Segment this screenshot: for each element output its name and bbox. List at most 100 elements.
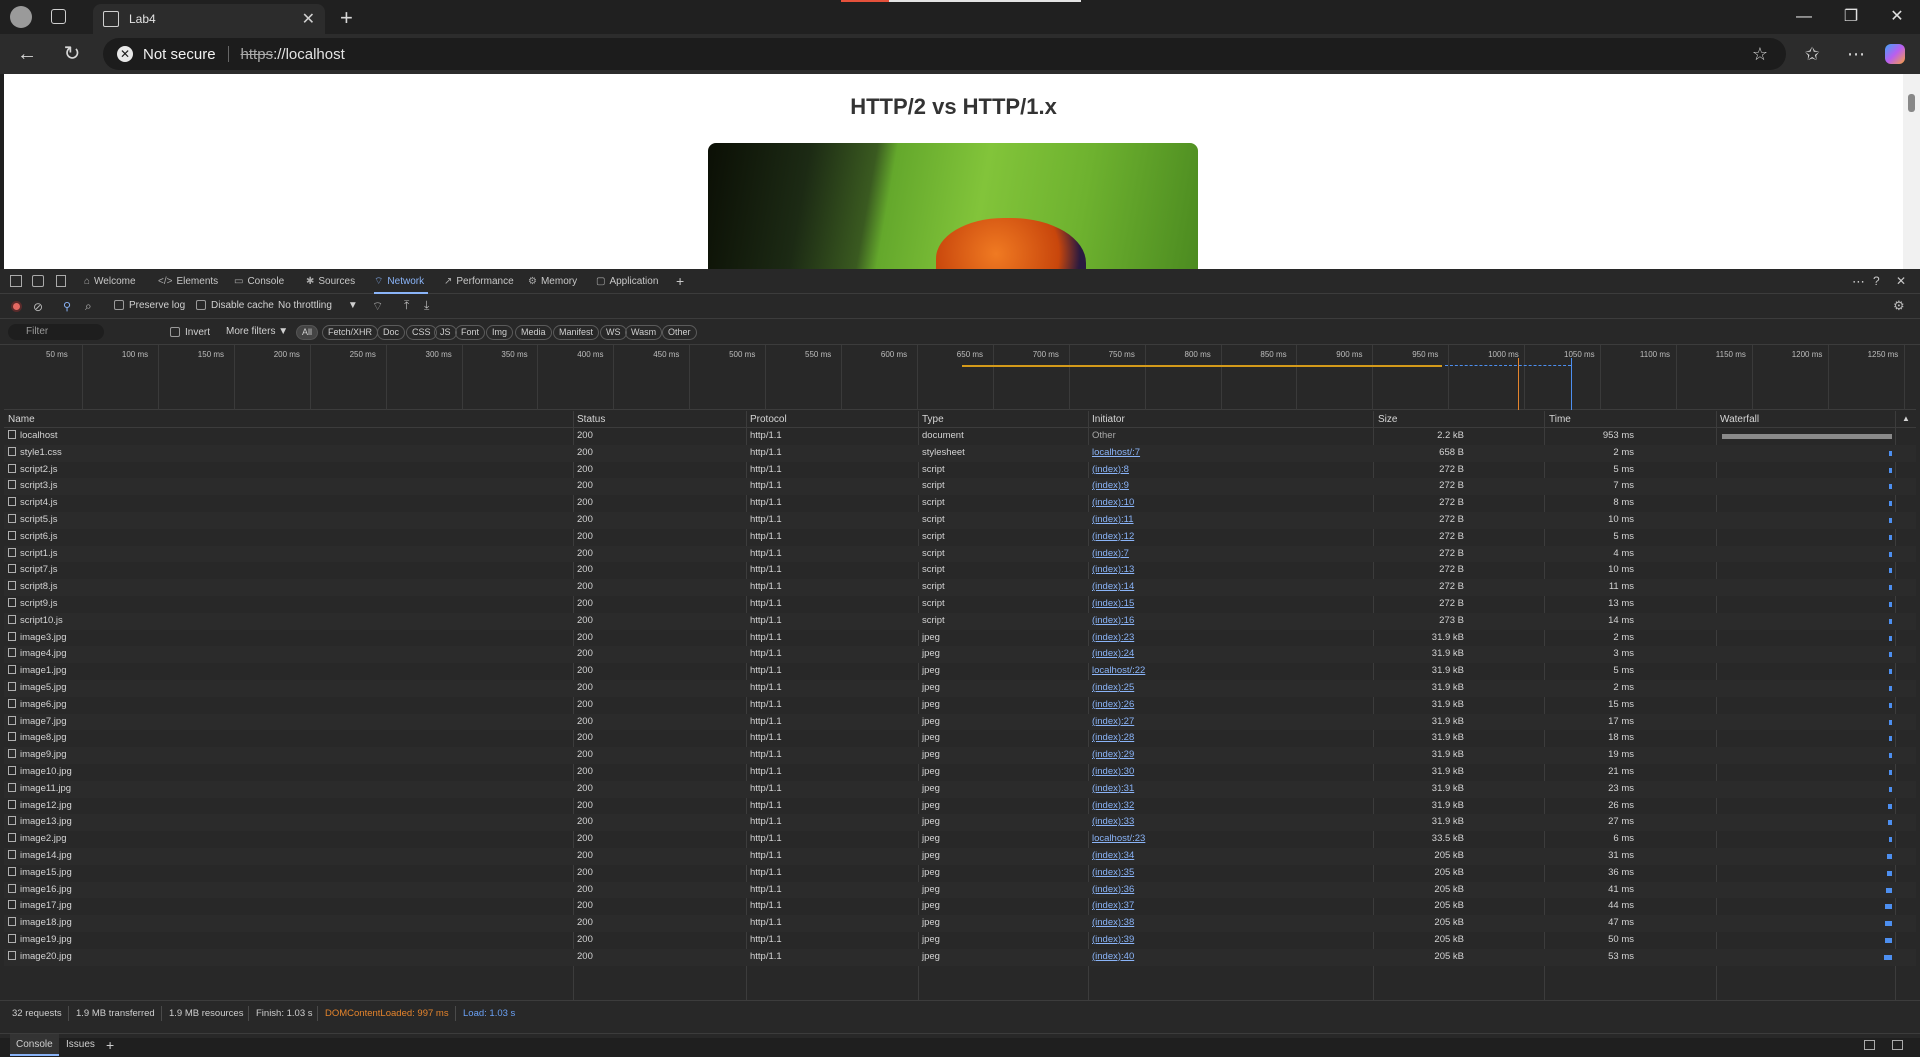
table-row[interactable]: image16.jpg 200 http/1.1 jpeg (index):36 205 …	[4, 881, 1916, 899]
request-initiator[interactable]: (index):29	[1092, 747, 1134, 764]
request-initiator[interactable]: (index):13	[1092, 562, 1134, 579]
column-status[interactable]: Status	[577, 414, 605, 425]
add-tool-icon[interactable]: +	[676, 269, 684, 294]
request-name[interactable]: image15.jpg	[8, 865, 72, 882]
request-name[interactable]: image13.jpg	[8, 814, 72, 831]
tab-network[interactable]: ⌔ Network	[374, 269, 429, 294]
request-initiator[interactable]: (index):40	[1092, 949, 1134, 966]
devtools-more-icon[interactable]: ⋯	[1852, 269, 1865, 294]
table-row[interactable]: script7.js 200 http/1.1 script (index):13 272…	[4, 562, 1916, 579]
dock-side-icon[interactable]	[56, 275, 66, 287]
waterfall-bar[interactable]	[1889, 585, 1892, 591]
request-name[interactable]: image20.jpg	[8, 949, 72, 966]
security-indicator[interactable]: ✕ Not secure	[103, 46, 216, 63]
chip-font[interactable]: Font	[455, 325, 486, 340]
table-row[interactable]: script4.js 200 http/1.1 script (index):10 272…	[4, 495, 1916, 512]
request-name[interactable]: image11.jpg	[8, 781, 71, 798]
waterfall-bar[interactable]	[1889, 635, 1892, 641]
request-name[interactable]: image10.jpg	[8, 764, 72, 781]
request-initiator[interactable]: (index):10	[1092, 495, 1134, 512]
waterfall-bar[interactable]	[1889, 702, 1892, 708]
tab-elements[interactable]: </> Elements	[158, 269, 218, 294]
restore-icon[interactable]: ❐	[1840, 6, 1862, 28]
request-initiator[interactable]: (index):26	[1092, 697, 1134, 714]
waterfall-bar[interactable]	[1889, 837, 1892, 843]
chip-all[interactable]: All	[296, 325, 319, 340]
request-initiator[interactable]: (index):7	[1092, 546, 1129, 563]
request-name[interactable]: script6.js	[8, 529, 57, 546]
request-initiator[interactable]: (index):11	[1092, 512, 1134, 529]
chip-doc[interactable]: Doc	[377, 325, 406, 340]
waterfall-bar[interactable]	[1887, 854, 1892, 859]
waterfall-bar[interactable]	[1885, 887, 1892, 893]
request-initiator[interactable]: localhost/:23	[1092, 831, 1145, 848]
waterfall-bar[interactable]	[1889, 618, 1892, 624]
invert-checkbox[interactable]: Invert	[170, 327, 210, 338]
table-row[interactable]: image19.jpg 200 http/1.1 jpeg (index):39 205 …	[4, 932, 1916, 949]
table-row[interactable]: image5.jpg 200 http/1.1 jpeg (index):25 31.9 …	[4, 680, 1916, 697]
request-name[interactable]: image16.jpg	[8, 882, 72, 899]
request-name[interactable]: image7.jpg	[8, 714, 66, 731]
table-row[interactable]: script1.js 200 http/1.1 script (index):7 272 …	[4, 545, 1916, 563]
waterfall-bar[interactable]	[1889, 736, 1892, 742]
tab-console[interactable]: ▭ Console	[234, 269, 284, 294]
table-row[interactable]: script9.js 200 http/1.1 script (index):15 272…	[4, 596, 1916, 613]
request-initiator[interactable]: (index):35	[1092, 865, 1134, 882]
drawer-dock-icon[interactable]	[1864, 1040, 1875, 1050]
table-row[interactable]: image8.jpg 200 http/1.1 jpeg (index):28 31.9 …	[4, 730, 1916, 747]
waterfall-bar[interactable]	[1889, 450, 1892, 456]
tab-performance[interactable]: ↗ Performance	[444, 269, 514, 294]
table-row[interactable]: image9.jpg 200 http/1.1 jpeg (index):29 31.9 …	[4, 747, 1916, 764]
favorite-star-icon[interactable]: ☆	[1748, 42, 1772, 66]
column-time[interactable]: Time	[1549, 414, 1571, 425]
chip-other[interactable]: Other	[662, 325, 697, 340]
waterfall-bar[interactable]	[1884, 954, 1892, 960]
request-name[interactable]: image1.jpg	[8, 663, 66, 680]
chip-fetch-xhr[interactable]: Fetch/XHR	[322, 325, 379, 340]
request-name[interactable]: script4.js	[8, 495, 57, 512]
drawer-close-icon[interactable]	[1892, 1040, 1903, 1050]
request-name[interactable]: image17.jpg	[8, 898, 72, 915]
drawer-tab-console[interactable]: Console	[10, 1034, 59, 1056]
request-initiator[interactable]: (index):27	[1092, 714, 1134, 731]
request-name[interactable]: image6.jpg	[8, 697, 66, 714]
favorites-icon[interactable]: ✩	[1800, 42, 1824, 66]
column-protocol[interactable]: Protocol	[750, 414, 787, 425]
request-name[interactable]: image14.jpg	[8, 848, 72, 865]
waterfall-bar[interactable]	[1888, 803, 1892, 809]
table-row[interactable]: image14.jpg 200 http/1.1 jpeg (index):34 205 …	[4, 848, 1916, 865]
close-window-icon[interactable]: ✕	[1886, 6, 1908, 28]
request-name[interactable]: script1.js	[8, 546, 57, 563]
request-initiator[interactable]: (index):34	[1092, 848, 1134, 865]
table-row[interactable]: image1.jpg 200 http/1.1 jpeg localhost/:22 31…	[4, 663, 1916, 680]
tab-sources[interactable]: ✱ Sources	[306, 269, 355, 294]
request-name[interactable]: image8.jpg	[8, 730, 66, 747]
filter-input[interactable]: Filter	[8, 324, 104, 340]
request-name[interactable]: style1.css	[8, 445, 62, 462]
chip-wasm[interactable]: Wasm	[625, 325, 663, 340]
request-name[interactable]: image18.jpg	[8, 915, 72, 932]
new-tab-button[interactable]: +	[340, 5, 353, 31]
waterfall-bar[interactable]	[1886, 870, 1892, 876]
waterfall-bar[interactable]	[1889, 568, 1892, 574]
more-options-icon[interactable]: ⋯	[1844, 42, 1868, 66]
request-name[interactable]: localhost	[8, 428, 58, 445]
url-input[interactable]: ✕ Not secure https ://localhost	[103, 38, 1786, 70]
request-initiator[interactable]: (index):16	[1092, 613, 1134, 630]
waterfall-bar[interactable]	[1888, 770, 1892, 775]
request-name[interactable]: script10.js	[8, 613, 63, 630]
minimize-icon[interactable]: —	[1793, 6, 1815, 28]
waterfall-bar[interactable]	[1889, 534, 1892, 540]
waterfall-bar[interactable]	[1889, 467, 1892, 473]
import-har-icon[interactable]: ⤒	[404, 298, 409, 313]
request-initiator[interactable]: (index):9	[1092, 478, 1129, 495]
column-type[interactable]: Type	[922, 414, 944, 425]
waterfall-bar[interactable]	[1884, 921, 1892, 927]
request-name[interactable]: image9.jpg	[8, 747, 66, 764]
tab-application[interactable]: ▢ Application	[596, 269, 658, 294]
waterfall-bar[interactable]	[1889, 518, 1892, 523]
export-har-icon[interactable]: ⤓	[424, 298, 429, 313]
sort-arrow-icon[interactable]: ▲	[1902, 414, 1910, 423]
table-row[interactable]: script8.js 200 http/1.1 script (index):14 272…	[4, 579, 1916, 596]
column-name[interactable]: Name	[8, 414, 35, 425]
